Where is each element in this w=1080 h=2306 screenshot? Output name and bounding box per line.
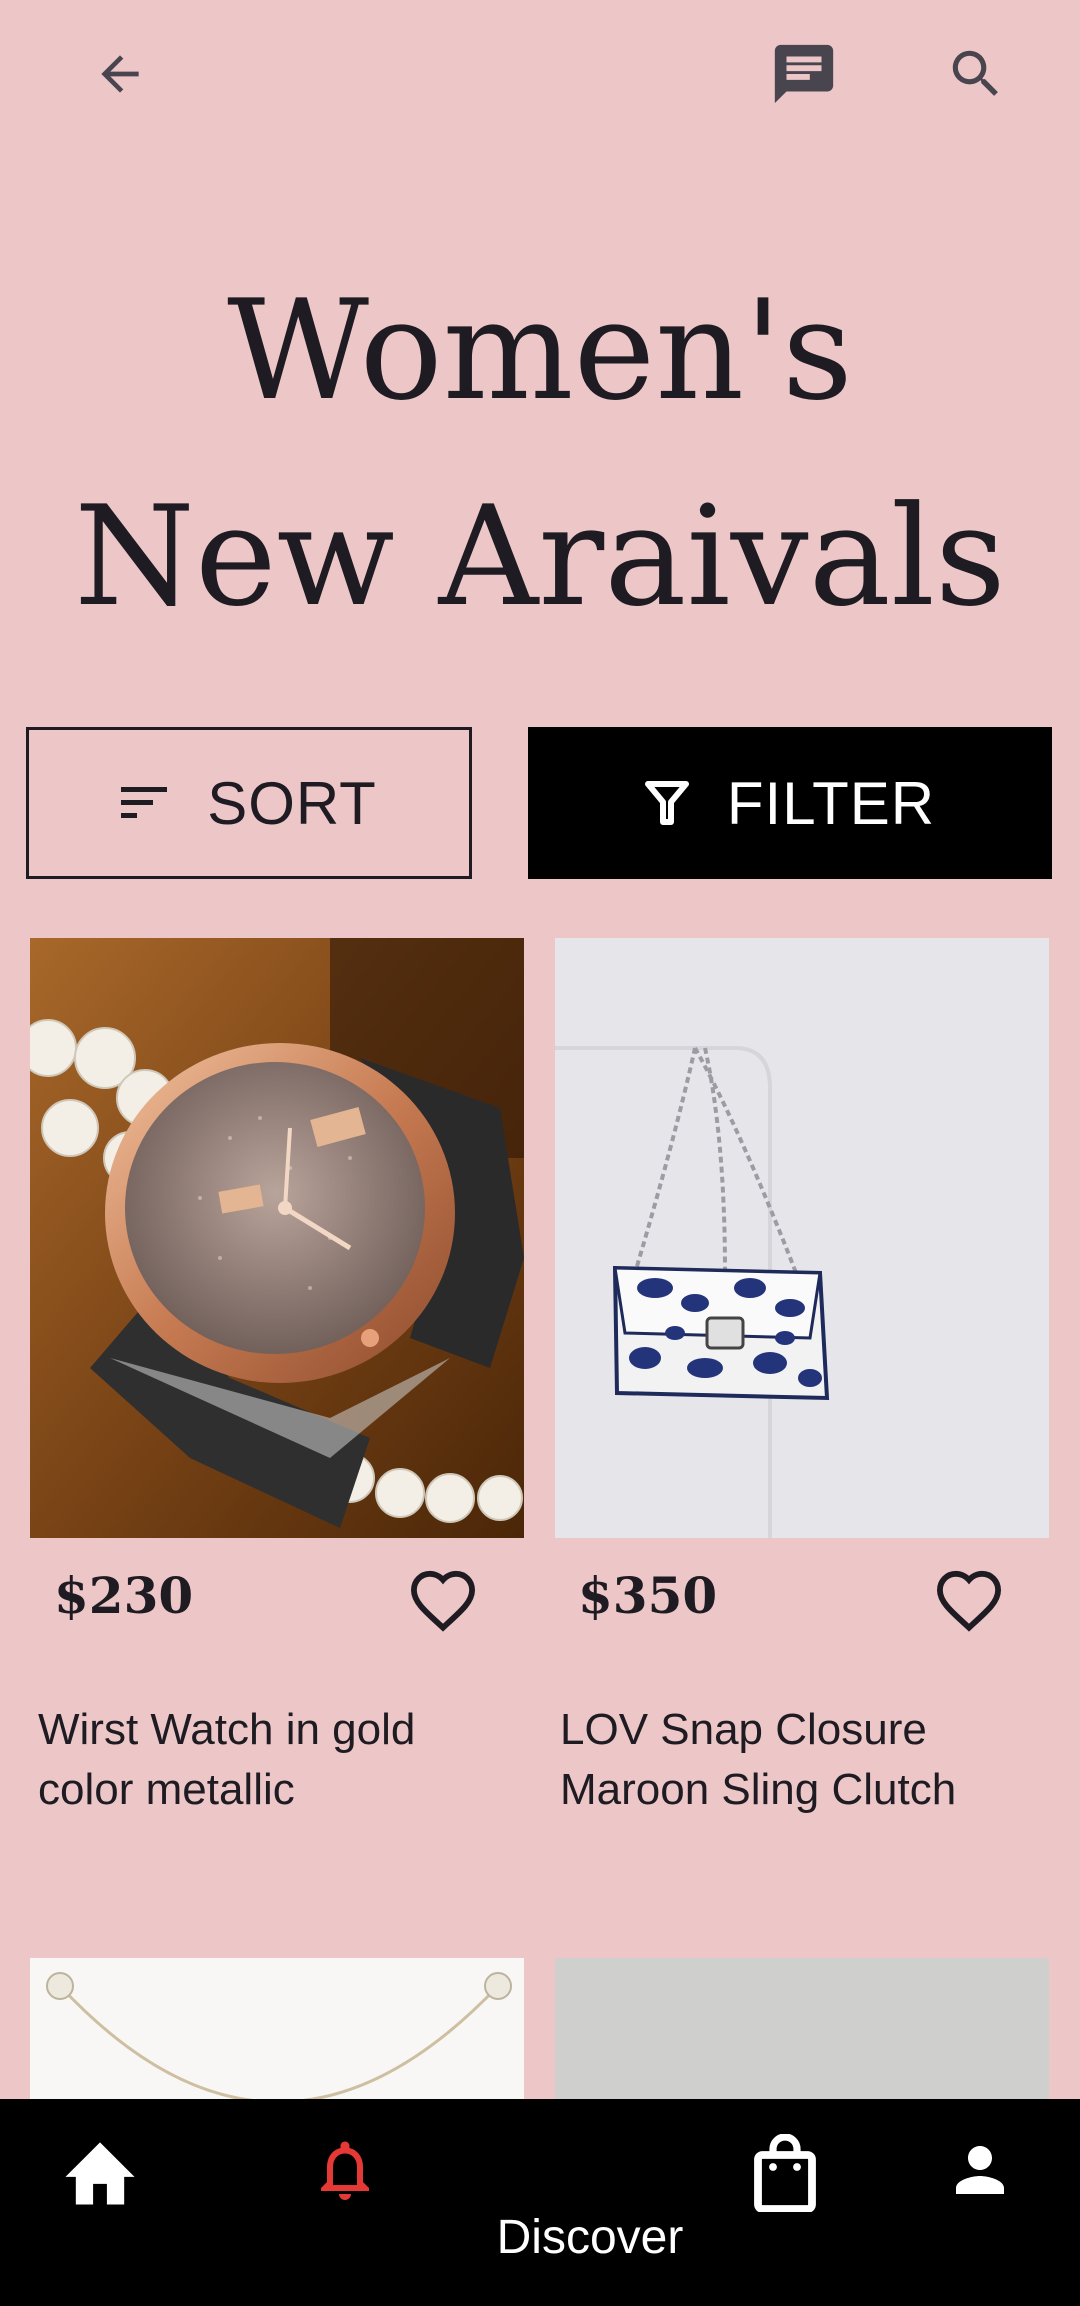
back-button[interactable] [70,24,170,124]
product-name: LOV Snap Closure Maroon Sling Clutch [560,1700,1020,1820]
product-image-necklace[interactable] [30,1958,524,2099]
product-image-bag[interactable] [555,938,1049,1538]
chat-icon [774,44,834,104]
page-title-line-2: New Araivals [74,476,1006,637]
nav-profile[interactable] [930,2125,1030,2215]
sort-button[interactable]: SORT [26,727,472,879]
product-price: $350 [578,1566,718,1625]
nav-home[interactable] [50,2125,150,2215]
arrow-left-icon [101,55,139,93]
shopping-bag-icon [754,2133,816,2212]
filter-button[interactable]: FILTER [528,727,1052,879]
product-image-next[interactable] [555,1958,1049,2099]
sort-label: SORT [207,769,377,837]
product-name-line-1: Wirst Watch in gold [38,1705,416,1754]
filter-label: FILTER [726,769,936,837]
heart-icon[interactable] [408,1568,478,1632]
nav-cart[interactable] [735,2125,835,2220]
chat-button[interactable] [754,24,854,124]
product-name-line-1: LOV Snap Closure [560,1705,927,1754]
product-price: $230 [54,1566,194,1625]
nav-notifications[interactable] [295,2125,395,2215]
heart-icon[interactable] [934,1568,1004,1632]
sort-icon [121,787,168,818]
bell-icon [321,2141,369,2200]
person-icon [956,2146,1004,2194]
product-name-line-2: Maroon Sling Clutch [560,1765,957,1814]
product-name: Wirst Watch in gold color metallic [38,1700,498,1820]
page-title: Women's New Araivals [0,248,1080,660]
page-title-line-1: Women's [227,270,853,431]
bottom-navigation [0,2099,1080,2306]
home-icon [65,2142,135,2205]
funnel-icon [644,781,689,825]
product-image-watch[interactable] [30,938,524,1538]
product-name-line-2: color metallic [38,1765,295,1814]
search-icon [952,50,998,96]
nav-active-label: Discover [496,2211,684,2264]
search-button[interactable] [926,24,1026,124]
